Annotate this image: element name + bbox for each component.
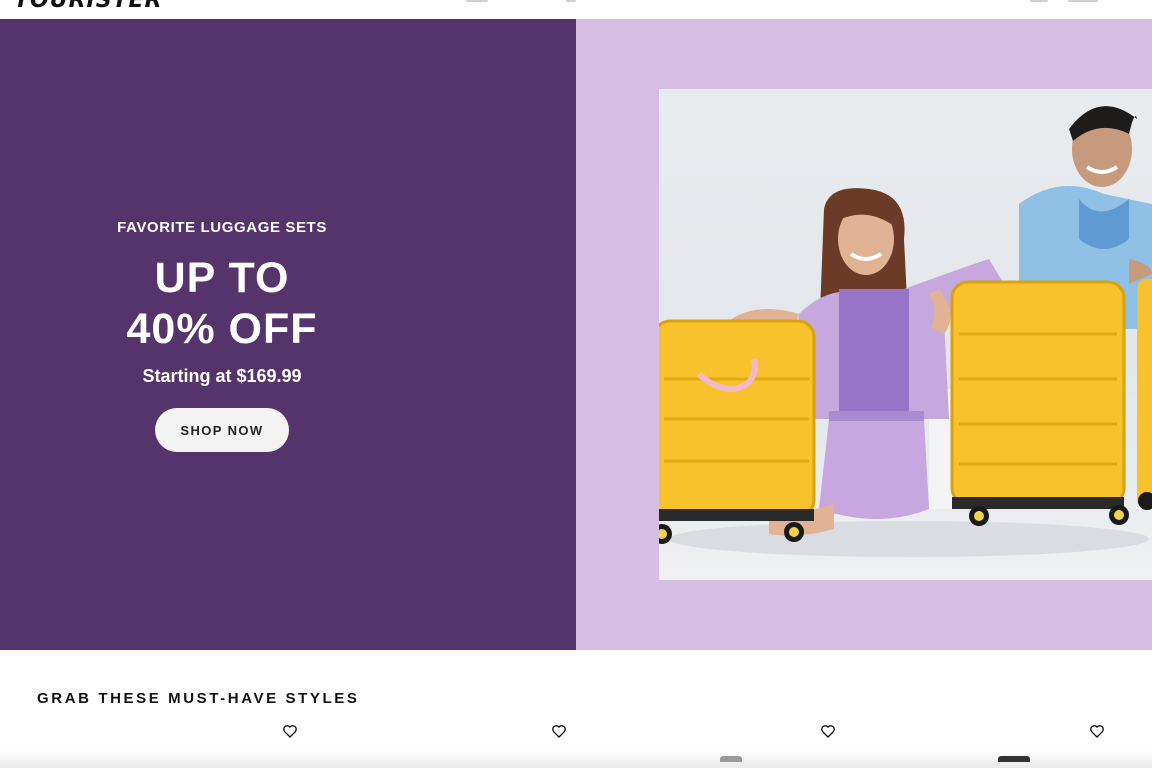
section-title: GRAB THESE MUST-HAVE STYLES bbox=[37, 690, 360, 707]
hero-headline-line1: UP TO bbox=[154, 254, 290, 302]
hero-headline: UP TO 40% OFF bbox=[0, 253, 444, 355]
brand-logo[interactable]: TOURISTER bbox=[14, 0, 163, 13]
product-row-edge bbox=[0, 750, 1152, 768]
people-with-luggage-image bbox=[659, 106, 1152, 557]
nav-item[interactable] bbox=[466, 0, 488, 2]
heart-icon[interactable] bbox=[551, 723, 567, 739]
hero-price-subtext: Starting at $169.99 bbox=[142, 366, 302, 386]
heart-icon[interactable] bbox=[1089, 723, 1105, 739]
hero-promo-panel: FAVORITE LUGGAGE SETS UP TO 40% OFF Star… bbox=[0, 19, 576, 650]
product-image-peek[interactable] bbox=[720, 756, 742, 762]
heart-icon[interactable] bbox=[820, 723, 836, 739]
shop-now-button[interactable]: SHOP NOW bbox=[155, 408, 289, 452]
hero-photo[interactable] bbox=[659, 89, 1152, 580]
top-nav-bar: TOURISTER bbox=[0, 0, 1152, 19]
hero-headline-line2: 40% OFF bbox=[126, 305, 318, 353]
heart-icon[interactable] bbox=[282, 723, 298, 739]
hero-eyebrow: FAVORITE LUGGAGE SETS bbox=[117, 219, 327, 236]
nav-item[interactable] bbox=[1030, 0, 1048, 2]
nav-item[interactable] bbox=[1068, 0, 1098, 2]
hero-image-panel bbox=[576, 19, 1152, 650]
product-image-peek[interactable] bbox=[998, 756, 1030, 762]
nav-item[interactable] bbox=[566, 0, 576, 2]
